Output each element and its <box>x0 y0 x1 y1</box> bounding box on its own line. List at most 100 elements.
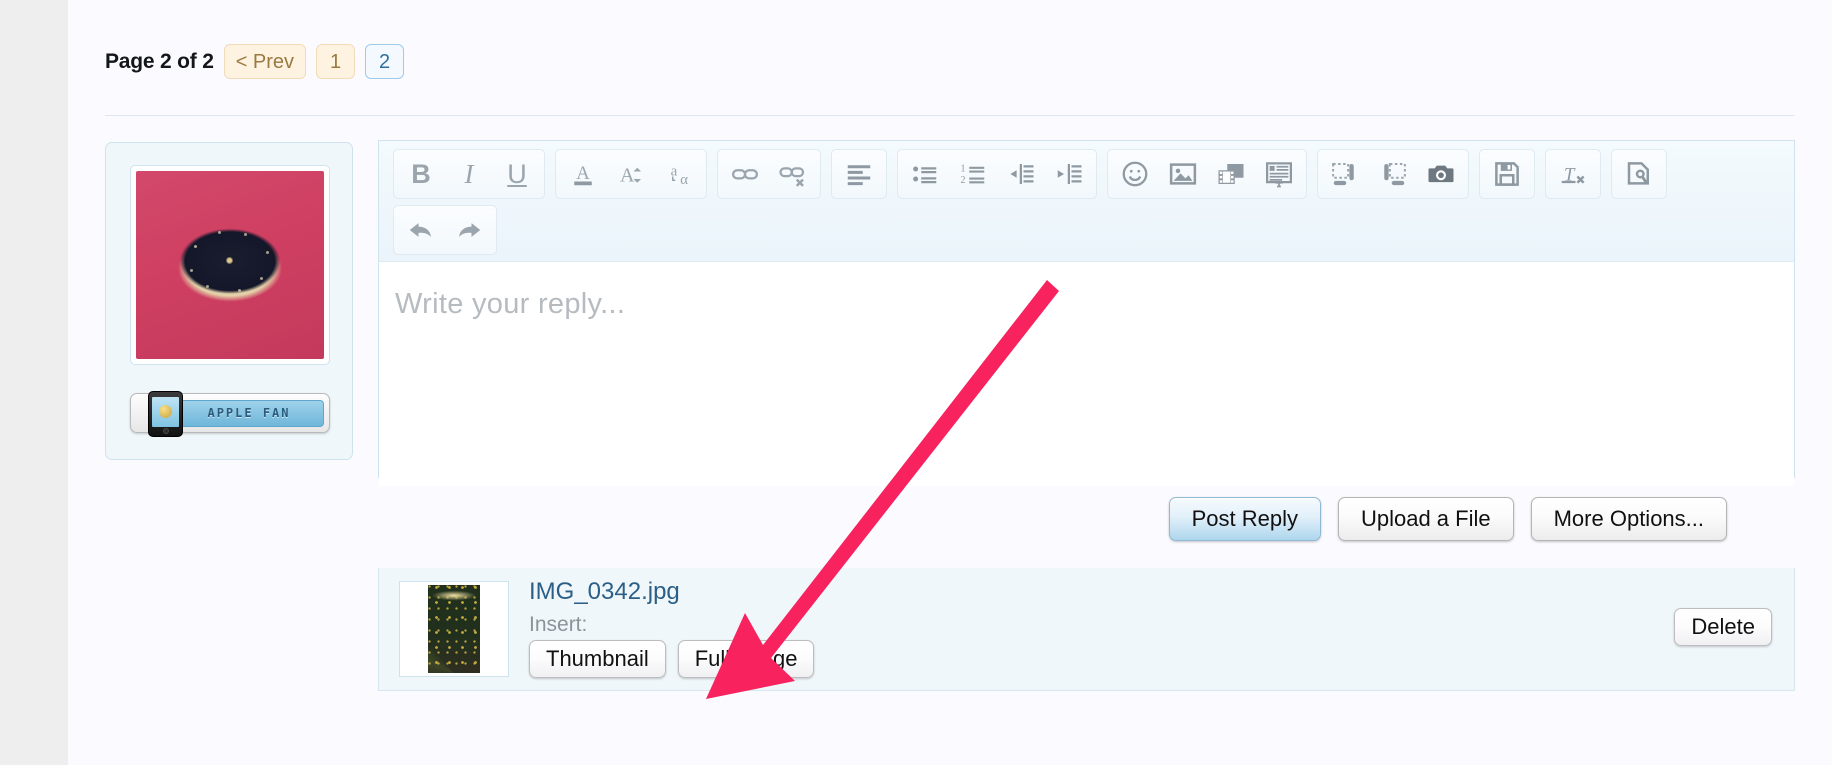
toolbar-group-source <box>1611 149 1667 199</box>
font-family-icon: a α <box>671 163 688 188</box>
attachment-row: IMG_0342.jpg Insert: Thumbnail Full Imag… <box>378 568 1795 691</box>
indent-button[interactable] <box>1045 152 1093 196</box>
svg-text:a: a <box>671 163 678 179</box>
svg-text:2: 2 <box>961 175 966 186</box>
toolbar-group-insert <box>1107 149 1307 199</box>
underline-button[interactable]: U <box>493 152 541 196</box>
reply-text-area[interactable]: Write your reply... <box>379 262 1794 486</box>
bold-button[interactable]: B <box>397 152 445 196</box>
attachment-insert-label: Insert: <box>529 613 588 636</box>
toolbar-group-text-style: B I U <box>393 149 545 199</box>
font-size-button[interactable]: A <box>607 152 655 196</box>
insert-full-image-button[interactable]: Full Image <box>677 640 815 678</box>
page-root: Page 2 of 2 < Prev 1 2 APPLE FAN B I U A… <box>0 0 1832 765</box>
unlink-icon <box>779 167 805 187</box>
outdent-button[interactable] <box>997 152 1045 196</box>
content-pane: Page 2 of 2 < Prev 1 2 APPLE FAN B I U A… <box>68 0 1832 765</box>
float-right-icon <box>1384 163 1406 186</box>
upload-a-file-button[interactable]: Upload a File <box>1337 497 1514 541</box>
text-color-icon: A <box>574 163 592 186</box>
insert-image-button[interactable] <box>1159 152 1207 196</box>
float-right-button[interactable] <box>1369 152 1417 196</box>
reply-placeholder: Write your reply... <box>395 288 626 320</box>
left-gutter <box>0 0 68 765</box>
insert-quote-button[interactable] <box>1255 152 1303 196</box>
badge-label: APPLE FAN <box>207 406 291 420</box>
insert-link-icon <box>732 169 758 180</box>
text-color-button[interactable]: A <box>559 152 607 196</box>
italic-button[interactable]: I <box>445 152 493 196</box>
undo-button[interactable] <box>397 208 445 252</box>
numbered-list-button[interactable]: 1 2 <box>949 152 997 196</box>
remove-format-button[interactable]: T <box>1549 152 1597 196</box>
camera-button[interactable] <box>1417 152 1465 196</box>
insert-media-icon <box>1218 164 1244 184</box>
svg-text:A: A <box>620 165 635 187</box>
align-button[interactable] <box>835 152 883 196</box>
save-draft-icon <box>1495 162 1519 186</box>
pagination: Page 2 of 2 < Prev 1 2 <box>105 44 405 79</box>
bold-icon: B <box>411 158 431 189</box>
iphone-icon <box>148 391 183 437</box>
toolbar-group-draft <box>1479 149 1535 199</box>
undo-icon <box>409 223 431 237</box>
align-icon <box>847 165 871 186</box>
badge-plate: APPLE FAN <box>174 399 324 427</box>
user-badge-apple-fan: APPLE FAN <box>130 391 330 437</box>
smilie-icon <box>1122 161 1148 187</box>
page-button-2-current[interactable]: 2 <box>365 44 405 79</box>
save-draft-button[interactable] <box>1483 152 1531 196</box>
insert-media-button[interactable] <box>1207 152 1255 196</box>
redo-button[interactable] <box>445 208 493 252</box>
header-divider <box>105 115 1795 116</box>
post-reply-button[interactable]: Post Reply <box>1168 497 1321 541</box>
svg-text:A: A <box>576 163 590 184</box>
camera-icon <box>1428 165 1454 183</box>
form-actions: Post Reply Upload a File More Options... <box>1168 497 1727 541</box>
source-code-button[interactable] <box>1615 152 1663 196</box>
toolbar-group-align <box>831 149 887 199</box>
font-size-icon: A <box>620 165 641 187</box>
toolbar-group-font: A A a α <box>555 149 707 199</box>
bullet-list-icon <box>913 166 937 184</box>
avatar[interactable] <box>130 165 330 365</box>
insert-thumbnail-button[interactable]: Thumbnail <box>529 640 666 678</box>
unlink-button[interactable] <box>769 152 817 196</box>
outdent-icon <box>1010 164 1034 184</box>
insert-image-icon <box>1169 163 1197 185</box>
font-family-button[interactable]: a α <box>655 152 703 196</box>
user-info-card: APPLE FAN <box>105 142 353 460</box>
attachment-insert-buttons: Thumbnail Full Image <box>529 640 815 678</box>
page-counter-label: Page 2 of 2 <box>105 49 214 73</box>
more-options-button[interactable]: More Options... <box>1530 497 1727 541</box>
toolbar-group-history <box>393 205 497 255</box>
smilie-button[interactable] <box>1111 152 1159 196</box>
indent-icon <box>1057 164 1082 184</box>
reply-editor: B I U A A a α 1 2 T Write your reply... <box>378 140 1795 486</box>
insert-link-button[interactable] <box>721 152 769 196</box>
editor-toolbar: B I U A A a α 1 2 T <box>379 141 1794 262</box>
source-code-icon <box>1627 162 1649 185</box>
toolbar-row-2 <box>393 205 1784 255</box>
svg-text:α: α <box>680 172 688 188</box>
toolbar-group-lists: 1 2 <box>897 149 1097 199</box>
delete-attachment-button[interactable]: Delete <box>1674 608 1772 646</box>
redo-icon <box>459 223 481 237</box>
toolbar-row-1: B I U A A a α 1 2 T <box>393 149 1784 199</box>
remove-format-icon: T <box>1561 164 1585 185</box>
bullet-list-button[interactable] <box>901 152 949 196</box>
attachment-thumbnail-image <box>428 585 480 673</box>
avatar-image <box>136 171 324 359</box>
toolbar-group-link <box>717 149 821 199</box>
float-left-icon <box>1332 163 1354 186</box>
toolbar-group-float <box>1317 149 1469 199</box>
numbered-list-icon: 1 2 <box>961 164 985 186</box>
attachment-filename-link[interactable]: IMG_0342.jpg <box>529 578 680 606</box>
svg-text:1: 1 <box>961 164 966 175</box>
attachment-thumbnail[interactable] <box>399 581 509 677</box>
float-left-button[interactable] <box>1321 152 1369 196</box>
insert-quote-icon <box>1266 162 1292 188</box>
iphone-screen <box>152 397 179 427</box>
page-button-1[interactable]: 1 <box>316 44 356 79</box>
prev-page-button[interactable]: < Prev <box>223 44 307 79</box>
